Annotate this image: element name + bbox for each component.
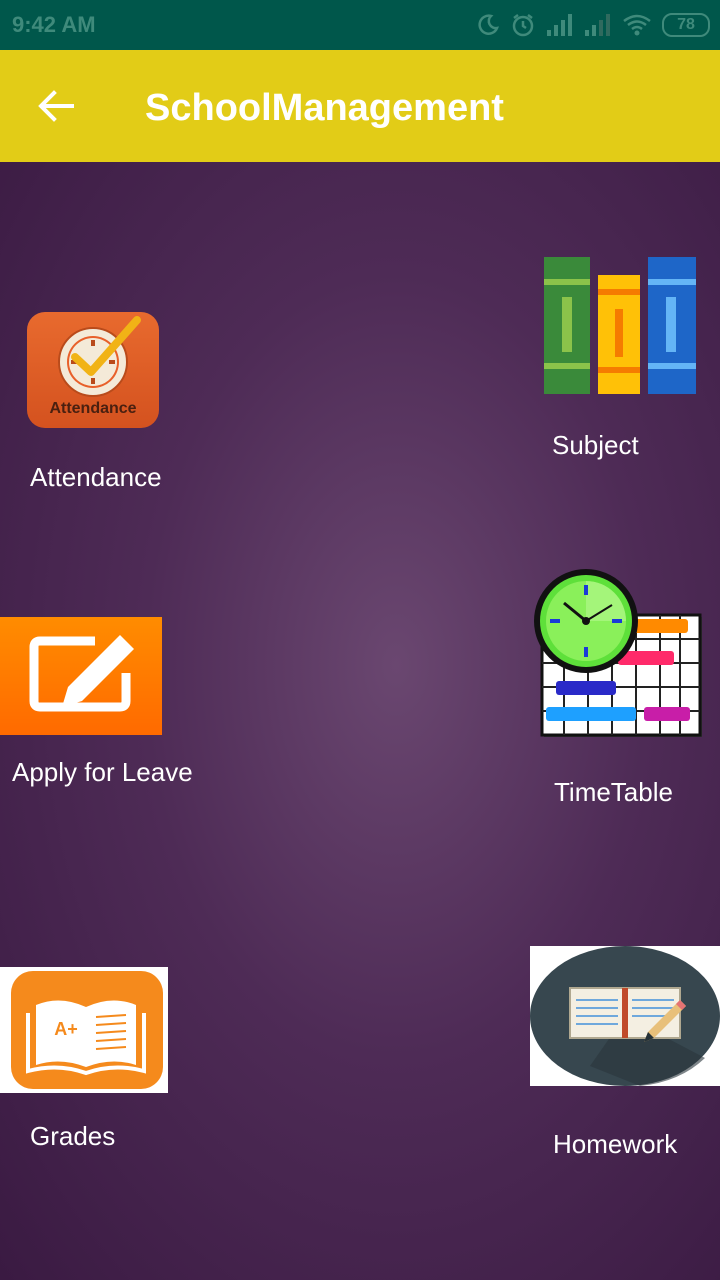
battery-icon: 78 [662, 13, 710, 37]
status-icons: 78 [476, 10, 710, 40]
apply-leave-tile[interactable]: Apply for Leave [0, 617, 240, 797]
signal-icon [547, 14, 572, 36]
books-icon [544, 257, 696, 394]
grades-label: Grades [30, 1121, 116, 1151]
status-bar: 9:42 AM 78 [0, 0, 720, 50]
apply-leave-label: Apply for Leave [12, 757, 193, 787]
subject-tile[interactable]: Subject [520, 252, 720, 472]
wifi-icon [623, 14, 651, 36]
arrow-left-icon [38, 90, 74, 122]
attendance-icon-text: Attendance [49, 400, 136, 417]
signal-icon [585, 14, 610, 36]
grades-icon-text: A+ [54, 1019, 78, 1039]
grades-tile[interactable]: A+ Grades [0, 967, 200, 1157]
status-time: 9:42 AM [12, 12, 96, 37]
page-title: SchoolManagement [145, 87, 504, 129]
app-bar: SchoolManagement [0, 50, 720, 162]
homework-label: Homework [553, 1129, 678, 1159]
back-button[interactable] [28, 78, 84, 134]
timetable-icon [530, 567, 712, 747]
attendance-icon: Attendance [27, 312, 159, 428]
homework-tile[interactable]: Homework [520, 942, 720, 1159]
moon-icon [478, 14, 499, 35]
homework-icon [530, 946, 720, 1086]
attendance-label: Attendance [30, 462, 162, 492]
grades-book-icon: A+ [0, 967, 168, 1093]
timetable-label: TimeTable [554, 777, 673, 807]
alarm-icon [512, 14, 534, 37]
dashboard-grid: Attendance Attendance Subject Apply for … [0, 162, 720, 1280]
attendance-tile[interactable]: Attendance Attendance [0, 302, 220, 502]
edit-icon [0, 617, 162, 735]
subject-label: Subject [552, 430, 639, 460]
timetable-tile[interactable]: TimeTable [520, 562, 720, 822]
